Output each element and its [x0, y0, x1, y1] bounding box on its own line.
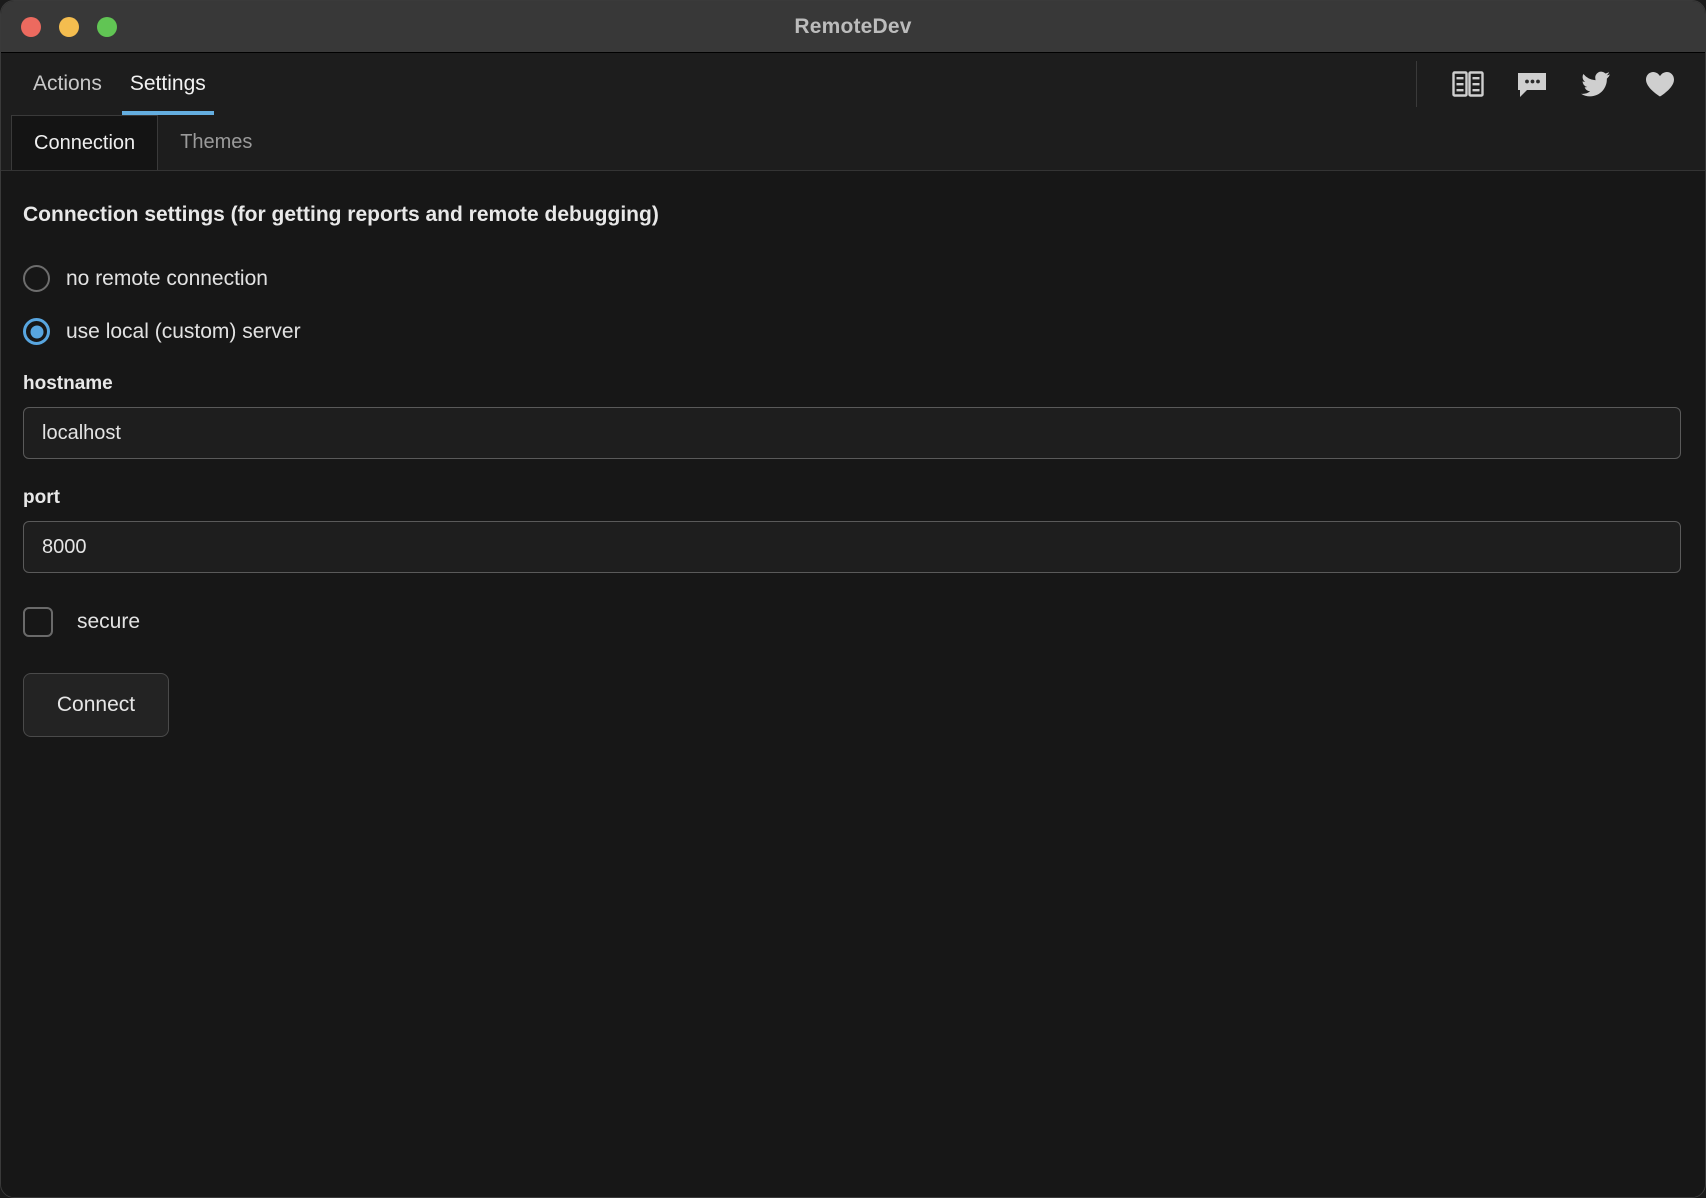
port-input[interactable] — [23, 521, 1681, 573]
sub-tab-connection-label: Connection — [34, 131, 136, 154]
radio-use-local-server[interactable]: use local (custom) server — [23, 318, 1679, 345]
close-window-button[interactable] — [21, 16, 41, 37]
tab-settings[interactable]: Settings — [116, 53, 220, 115]
minimize-window-button[interactable] — [59, 16, 79, 37]
radio-use-local-server-label: use local (custom) server — [66, 319, 301, 343]
hostname-label: hostname — [23, 373, 113, 394]
radio-checked-icon — [23, 318, 50, 345]
radio-no-remote-connection[interactable]: no remote connection — [23, 265, 1679, 292]
sub-tab-connection[interactable]: Connection — [11, 115, 159, 170]
maximize-window-button[interactable] — [97, 16, 117, 37]
tab-actions[interactable]: Actions — [19, 53, 116, 115]
toolbar-icons — [1416, 61, 1705, 107]
section-heading: Connection settings (for getting reports… — [23, 203, 659, 226]
tab-actions-label: Actions — [33, 72, 102, 95]
sub-tab-bar: Connection Themes — [1, 115, 1705, 171]
checkbox-unchecked-icon[interactable] — [23, 607, 53, 637]
radio-no-remote-connection-label: no remote connection — [66, 266, 268, 290]
sub-tab-themes-label: Themes — [180, 131, 253, 153]
app-window: RemoteDev Actions Settings Connection Th… — [0, 0, 1706, 1198]
main-tab-bar: Actions Settings — [1, 53, 1705, 115]
heart-icon[interactable] — [1643, 69, 1677, 99]
connect-button[interactable]: Connect — [23, 673, 169, 737]
twitter-icon[interactable] — [1579, 69, 1613, 99]
window-title: RemoteDev — [794, 14, 912, 38]
hostname-input[interactable] — [23, 407, 1681, 459]
sub-tab-themes[interactable]: Themes — [158, 115, 274, 170]
main-tabs: Actions Settings — [1, 53, 220, 115]
tab-settings-label: Settings — [129, 72, 206, 95]
settings-panel: Connection settings (for getting reports… — [1, 171, 1705, 1197]
radio-unchecked-icon — [23, 265, 50, 292]
chat-bubble-icon[interactable] — [1515, 69, 1549, 99]
port-label: port — [23, 487, 60, 508]
secure-checkbox-row[interactable]: secure — [23, 607, 1679, 637]
title-bar: RemoteDev — [1, 1, 1705, 53]
book-icon[interactable] — [1451, 69, 1485, 99]
traffic-lights — [1, 16, 117, 37]
secure-label: secure — [77, 610, 141, 633]
